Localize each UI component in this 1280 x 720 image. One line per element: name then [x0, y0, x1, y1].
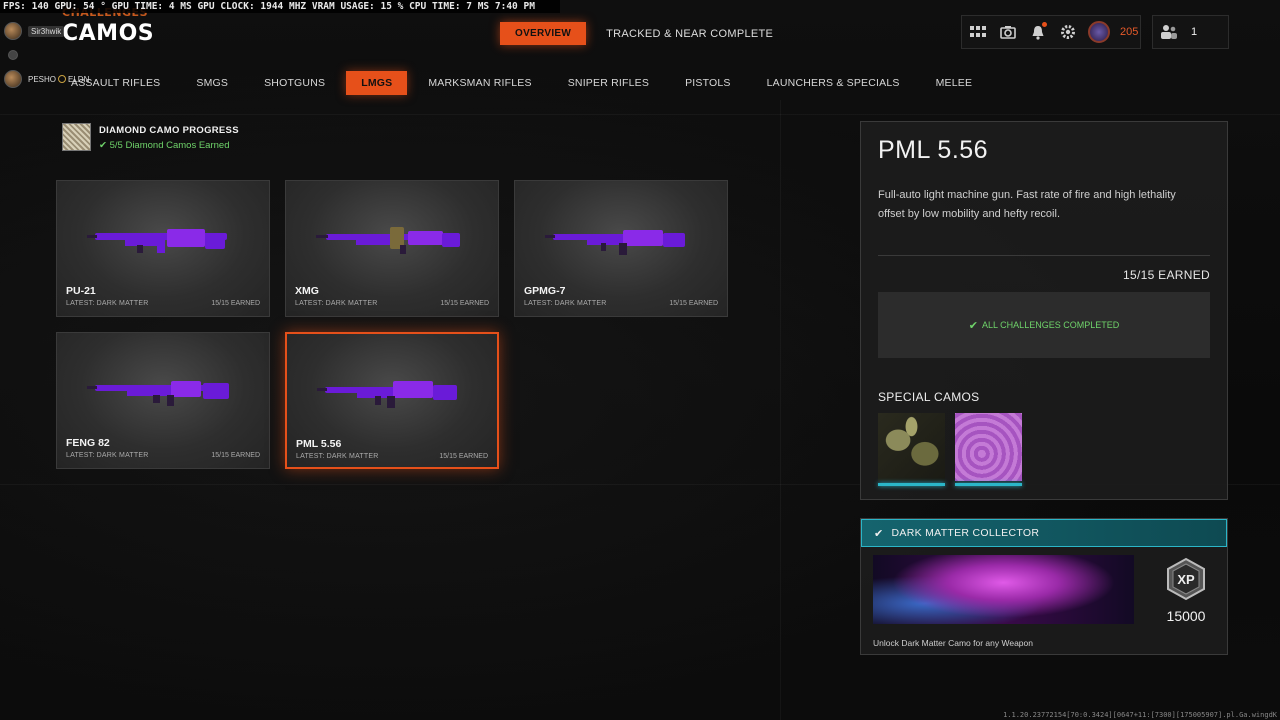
diamond-status: ✔ 5/5 Diamond Camos Earned — [99, 140, 239, 151]
tab-marksman-rifles[interactable]: MARKSMAN RIFLES — [410, 71, 549, 95]
party-member-name: Sir3hwik — [28, 25, 65, 37]
weapon-detail-panel: PML 5.56 Full-auto light machine gun. Fa… — [860, 121, 1228, 500]
weapon-name: GPMG-7 — [524, 285, 566, 297]
weapon-latest-camo: LATEST: DARK MATTER — [66, 300, 149, 307]
special-camo-1[interactable] — [878, 413, 945, 489]
weapon-earned: 15/15 EARNED — [440, 300, 489, 307]
detail-earned: 15/15 EARNED — [1123, 268, 1210, 282]
diamond-camo-progress: DIAMOND CAMO PROGRESS ✔ 5/5 Diamond Camo… — [62, 123, 239, 151]
detail-description: Full-auto light machine gun. Fast rate o… — [878, 189, 1176, 220]
weapon-image — [317, 381, 457, 408]
weapon-image — [316, 227, 460, 254]
top-tabs: OVERVIEW TRACKED & NEAR COMPLETE — [500, 22, 773, 45]
challenge-card[interactable]: ✔ DARK MATTER COLLECTOR XP 15000 Unlock … — [860, 518, 1228, 655]
avatar — [4, 70, 22, 88]
tab-pistols[interactable]: PISTOLS — [667, 71, 749, 95]
party-count: 1 — [1191, 26, 1198, 38]
check-icon: ✔ — [874, 527, 884, 540]
weapon-earned: 15/15 EARNED — [439, 453, 488, 460]
weapon-name: PU-21 — [66, 285, 96, 297]
tab-launchers-specials[interactable]: LAUNCHERS & SPECIALS — [749, 71, 918, 95]
tab-assault-rifles[interactable]: ASSAULT RIFLES — [53, 71, 178, 95]
svg-text:XP: XP — [1177, 572, 1195, 587]
category-tabs: ASSAULT RIFLES SMGS SHOTGUNS LMGS MARKSM… — [53, 71, 990, 95]
camo-progress-bar — [878, 483, 945, 486]
divider — [878, 255, 1210, 256]
challenges-complete-text: ALL CHALLENGES COMPLETED — [982, 320, 1120, 330]
xp-value: 15000 — [1166, 608, 1206, 624]
camo-progress-bar — [955, 483, 1022, 486]
grid-line — [780, 100, 781, 720]
camo-swatch — [878, 413, 945, 481]
diamond-title: DIAMOND CAMO PROGRESS — [99, 125, 239, 136]
weapon-earned: 15/15 EARNED — [211, 452, 260, 459]
weapon-latest-camo: LATEST: DARK MATTER — [296, 453, 379, 460]
grid-line — [0, 114, 1280, 115]
weapon-image — [87, 381, 229, 406]
check-icon: ✔ — [99, 140, 107, 151]
party-member-name: PESHO — [28, 74, 57, 84]
weapon-card-pml-5-56[interactable]: PML 5.56 LATEST: DARK MATTER 15/15 EARNE… — [285, 332, 499, 469]
diamond-camo-thumbnail — [62, 123, 91, 151]
build-string: 1.1.20.23772154[70:0.3424][0647+11:[7300… — [1003, 711, 1277, 719]
diamond-status-text: 5/5 Diamond Camos Earned — [109, 140, 230, 151]
weapon-card-gpmg-7[interactable]: GPMG-7 LATEST: DARK MATTER 15/15 EARNED — [514, 180, 728, 317]
challenge-description: Unlock Dark Matter Camo for any Weapon — [873, 638, 1033, 648]
party-member[interactable]: Sir3hwik — [4, 20, 124, 42]
challenges-complete-box: ✔ ALL CHALLENGES COMPLETED — [878, 292, 1210, 358]
tab-overview[interactable]: OVERVIEW — [500, 22, 587, 45]
party-icon — [1159, 22, 1179, 42]
weapon-image — [87, 229, 227, 253]
challenge-reward-image — [873, 555, 1134, 624]
weapon-card-xmg[interactable]: XMG LATEST: DARK MATTER 15/15 EARNED — [285, 180, 499, 317]
weapon-name: FENG 82 — [66, 437, 110, 449]
xp-icon: XP — [1167, 557, 1205, 601]
check-icon: ✔ — [968, 319, 978, 332]
weapon-card-feng-82[interactable]: FENG 82 LATEST: DARK MATTER 15/15 EARNED — [56, 332, 270, 469]
weapon-latest-camo: LATEST: DARK MATTER — [295, 300, 378, 307]
weapon-image — [545, 230, 685, 255]
tab-sniper-rifles[interactable]: SNIPER RIFLES — [550, 71, 667, 95]
party-member-voice — [4, 44, 124, 66]
weapon-name: PML 5.56 — [296, 438, 342, 450]
player-emblem[interactable] — [1088, 21, 1110, 43]
grid-menu-icon[interactable] — [968, 22, 988, 42]
challenge-header: ✔ DARK MATTER COLLECTOR — [861, 519, 1227, 547]
tab-smgs[interactable]: SMGS — [178, 71, 246, 95]
avatar — [4, 22, 22, 40]
tab-melee[interactable]: MELEE — [918, 71, 991, 95]
gear-icon[interactable] — [1058, 22, 1078, 42]
party-box[interactable]: 1 — [1152, 15, 1229, 49]
special-camo-2[interactable] — [955, 413, 1022, 489]
notification-dot — [1042, 22, 1047, 27]
tab-lmgs[interactable]: LMGS — [346, 71, 408, 95]
weapon-earned: 15/15 EARNED — [211, 300, 260, 307]
hud-toolbar: 205 — [961, 15, 1141, 49]
detail-title: PML 5.56 — [878, 136, 989, 164]
weapon-latest-camo: LATEST: DARK MATTER — [66, 452, 149, 459]
tab-tracked[interactable]: TRACKED & NEAR COMPLETE — [606, 28, 773, 40]
bell-icon[interactable] — [1028, 22, 1048, 42]
camera-icon[interactable] — [998, 22, 1018, 42]
tab-shotguns[interactable]: SHOTGUNS — [246, 71, 343, 95]
performance-overlay: FPS: 140 GPU: 54 ° GPU TIME: 4 MS GPU CL… — [0, 0, 560, 13]
weapon-latest-camo: LATEST: DARK MATTER — [524, 300, 607, 307]
challenge-title: DARK MATTER COLLECTOR — [891, 527, 1040, 539]
camo-swatch — [955, 413, 1022, 481]
weapon-name: XMG — [295, 285, 319, 297]
microphone-icon — [8, 50, 18, 60]
special-camos-label: SPECIAL CAMOS — [878, 390, 980, 404]
player-level: 205 — [1120, 26, 1139, 38]
weapon-earned: 15/15 EARNED — [669, 300, 718, 307]
weapon-card-pu-21[interactable]: PU-21 LATEST: DARK MATTER 15/15 EARNED — [56, 180, 270, 317]
